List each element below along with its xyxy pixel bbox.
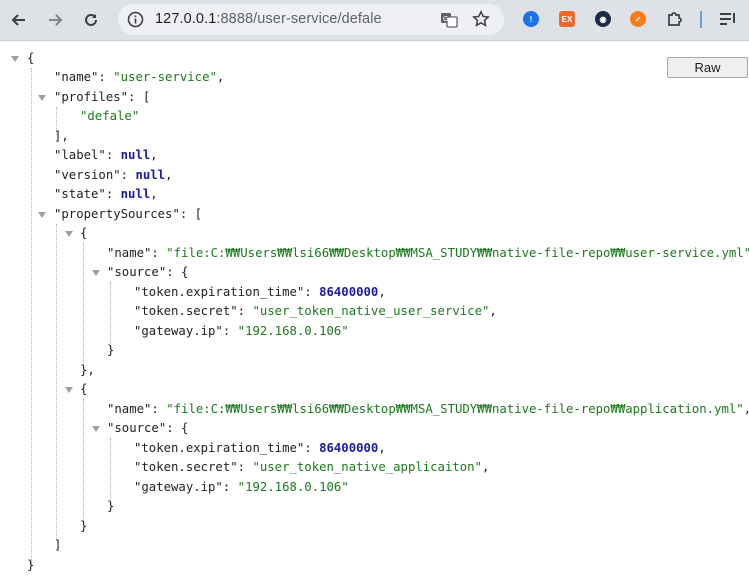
tree-guide-root xyxy=(31,68,32,564)
json-line: "source": { xyxy=(107,265,189,279)
collapse-profiles-icon[interactable] xyxy=(38,95,46,101)
tree-guide-ps1 xyxy=(83,399,84,521)
tree-guide-ps1-source xyxy=(110,438,111,502)
ex-extension-icon[interactable]: EX xyxy=(559,11,575,27)
json-line: "token.expiration_time": 86400000, xyxy=(134,441,386,455)
json-line: "token.secret": "user_token_native_appli… xyxy=(134,460,490,474)
json-line: "name": "file:C:₩₩Users₩₩lsi66₩₩Desktop₩… xyxy=(107,402,749,416)
json-line: "token.secret": "user_token_native_user_… xyxy=(134,304,497,318)
site-info-icon[interactable] xyxy=(127,11,144,32)
json-line: } xyxy=(107,499,115,513)
json-line: }, xyxy=(80,363,95,377)
collapse-ps0-source-icon[interactable] xyxy=(92,270,100,276)
svg-text:G: G xyxy=(443,15,448,23)
json-line: "name": "user-service", xyxy=(54,70,225,84)
json-line: "name": "file:C:₩₩Users₩₩lsi66₩₩Desktop₩… xyxy=(107,246,749,260)
back-icon[interactable] xyxy=(6,7,32,33)
json-line: { xyxy=(80,226,88,240)
url-text[interactable]: 127.0.0.1:8888/user-service/defale xyxy=(155,11,382,27)
tree-guide-ps0-source xyxy=(110,282,111,346)
translate-icon[interactable]: G xyxy=(440,11,458,33)
collapse-ps1-source-icon[interactable] xyxy=(92,426,100,432)
json-line: "state": null, xyxy=(54,187,158,201)
json-line: { xyxy=(27,51,35,65)
tree-guide-propertysources xyxy=(56,224,57,540)
reading-list-icon[interactable] xyxy=(719,11,737,31)
json-line: } xyxy=(27,558,35,572)
collapse-ps1-icon[interactable] xyxy=(65,387,73,393)
raw-button[interactable]: Raw xyxy=(667,57,748,78)
collapse-ps0-icon[interactable] xyxy=(65,231,73,237)
json-line: { xyxy=(80,382,88,396)
orange-extension-icon[interactable]: ✓ xyxy=(630,11,646,27)
collapse-root-icon[interactable] xyxy=(11,56,19,62)
json-line: "gateway.ip": "192.168.0.106" xyxy=(134,324,349,338)
bookmark-star-icon[interactable] xyxy=(472,10,490,32)
json-line: "label": null, xyxy=(54,148,158,162)
shield-extension-icon[interactable]: ◉ xyxy=(595,11,611,27)
reload-icon[interactable] xyxy=(78,7,104,33)
json-line: ] xyxy=(54,538,62,552)
toolbar-separator xyxy=(700,11,702,28)
address-bar[interactable]: 127.0.0.1:8888/user-service/defale G xyxy=(118,4,504,35)
json-line: } xyxy=(107,343,115,357)
password-manager-icon[interactable]: ! xyxy=(523,11,539,27)
tree-guide-ps0 xyxy=(83,243,84,365)
json-line: "defale" xyxy=(80,109,140,123)
collapse-propertysources-icon[interactable] xyxy=(38,212,46,218)
forward-icon[interactable] xyxy=(42,7,68,33)
json-line: "version": null, xyxy=(54,168,173,182)
json-line: "source": { xyxy=(107,421,189,435)
browser-toolbar: 127.0.0.1:8888/user-service/defale G ! E… xyxy=(0,0,749,41)
json-line: "token.expiration_time": 86400000, xyxy=(134,285,386,299)
json-line: "profiles": [ xyxy=(54,90,151,104)
json-line: ], xyxy=(54,129,69,143)
json-line: } xyxy=(80,519,88,533)
json-line: "propertySources": [ xyxy=(54,207,203,221)
json-line: "gateway.ip": "192.168.0.106" xyxy=(134,480,349,494)
puzzle-icon[interactable] xyxy=(666,10,684,32)
